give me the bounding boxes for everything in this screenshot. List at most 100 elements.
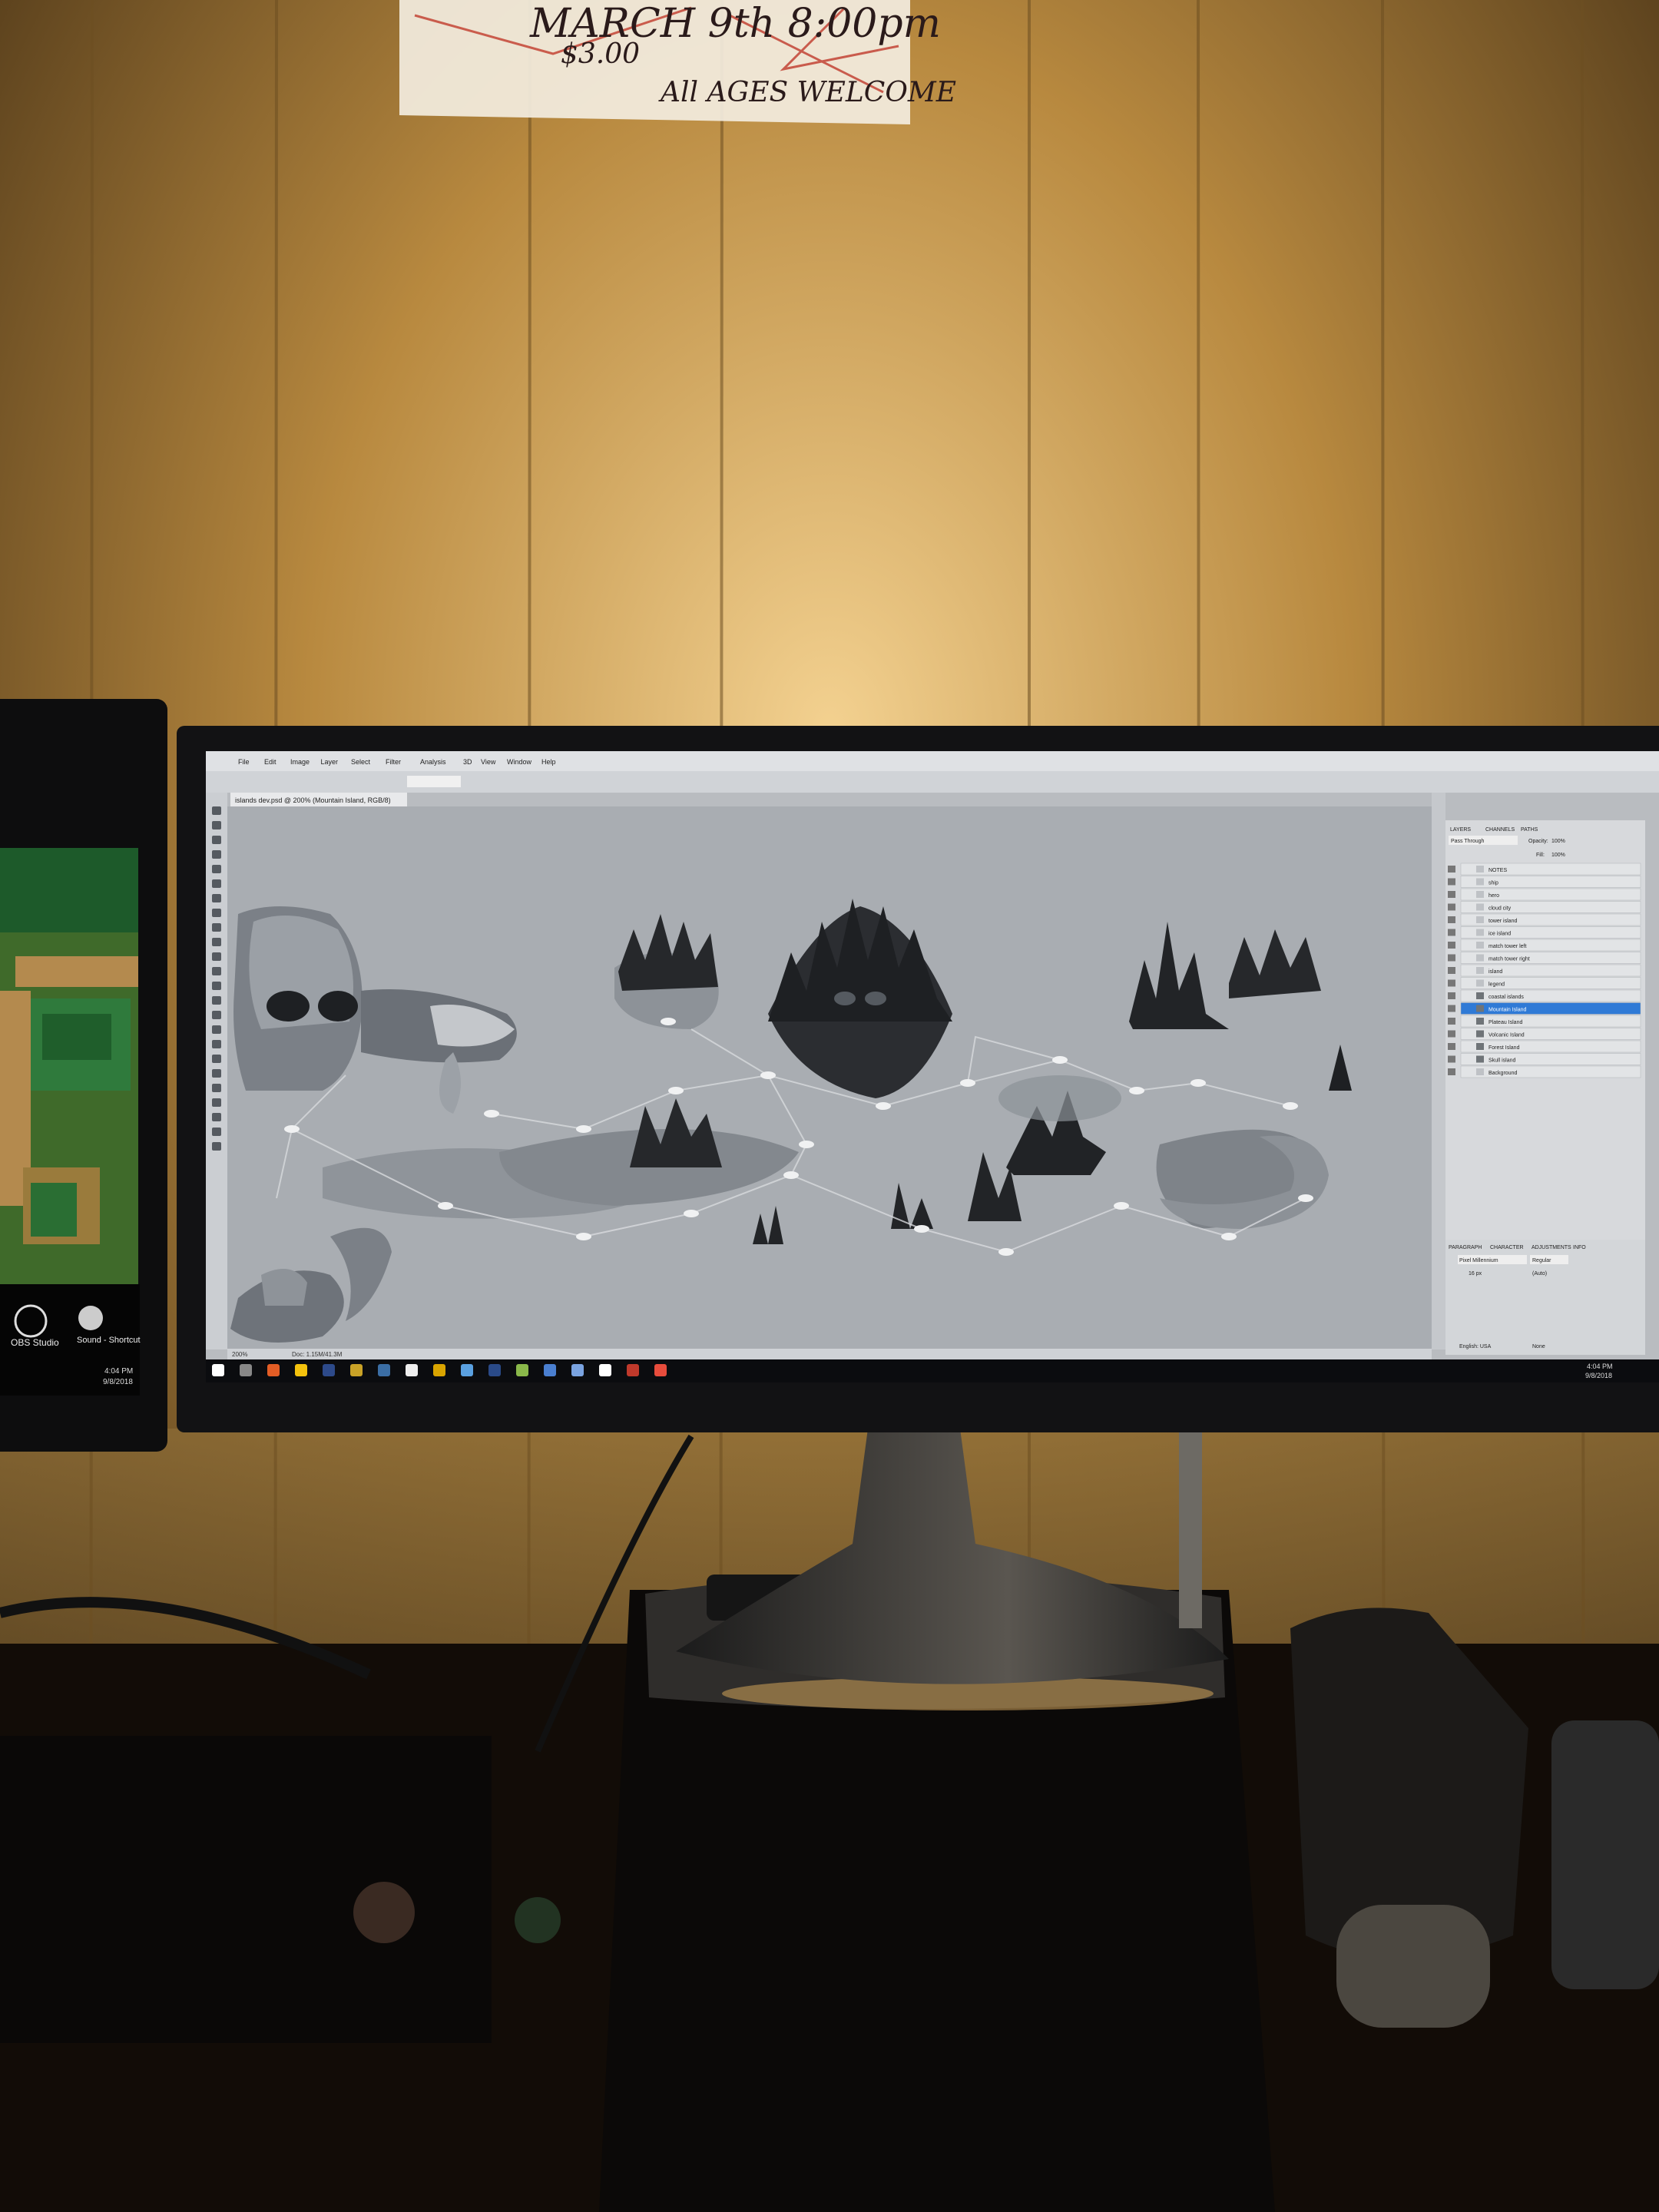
- photo-icon[interactable]: [378, 1364, 390, 1376]
- menu-edit[interactable]: Edit: [264, 758, 276, 766]
- tool-icon[interactable]: [212, 982, 221, 990]
- tool-icon[interactable]: [212, 850, 221, 859]
- recorder-icon[interactable]: [654, 1364, 667, 1376]
- tool-icon[interactable]: [212, 938, 221, 946]
- eye-icon[interactable]: [1448, 929, 1455, 936]
- app-icon[interactable]: [627, 1364, 639, 1376]
- layer-row[interactable]: hero: [1448, 888, 1641, 901]
- eye-icon[interactable]: [1448, 1055, 1455, 1063]
- eye-icon[interactable]: [1448, 891, 1455, 898]
- after-effects-icon[interactable]: [323, 1364, 335, 1376]
- tool-icon[interactable]: [212, 1025, 221, 1034]
- eye-icon[interactable]: [1448, 1018, 1455, 1025]
- folder-icon[interactable]: [350, 1364, 363, 1376]
- style-field[interactable]: [415, 776, 461, 787]
- tool-icon[interactable]: [212, 1040, 221, 1048]
- tool-icon[interactable]: [212, 1011, 221, 1019]
- tool-icon[interactable]: [212, 1069, 221, 1078]
- layer-row[interactable]: Skull island: [1448, 1053, 1641, 1065]
- layer-row[interactable]: ship: [1448, 876, 1641, 888]
- tool-icon[interactable]: [212, 821, 221, 830]
- menu-select[interactable]: Select: [351, 758, 371, 766]
- fill-value[interactable]: 100%: [1551, 853, 1565, 858]
- tool-icon[interactable]: [212, 996, 221, 1005]
- panel-tab-character[interactable]: CHARACTER: [1490, 1245, 1524, 1250]
- eye-icon[interactable]: [1448, 954, 1455, 962]
- eye-icon[interactable]: [1448, 1030, 1455, 1038]
- eye-icon[interactable]: [1448, 1043, 1455, 1050]
- language-value[interactable]: English: USA: [1459, 1344, 1492, 1349]
- tool-icon[interactable]: [212, 1128, 221, 1136]
- menu-help[interactable]: Help: [541, 758, 556, 766]
- panel-tab-paths[interactable]: PATHS: [1521, 827, 1538, 833]
- layer-row[interactable]: Volcanic Island: [1448, 1028, 1641, 1040]
- eye-icon[interactable]: [1448, 967, 1455, 974]
- layer-row[interactable]: Background: [1448, 1065, 1641, 1078]
- opacity-value[interactable]: 100%: [1551, 839, 1565, 844]
- tool-icon[interactable]: [212, 894, 221, 902]
- tool-icon[interactable]: [212, 1113, 221, 1121]
- menu-3d[interactable]: 3D: [463, 758, 472, 766]
- layer-row[interactable]: Mountain Island: [1448, 1002, 1641, 1015]
- menu-analysis[interactable]: Analysis: [420, 758, 446, 766]
- layer-row[interactable]: island: [1448, 964, 1641, 977]
- eye-icon[interactable]: [1448, 942, 1455, 949]
- layer-row[interactable]: match tower left: [1448, 939, 1641, 952]
- eye-icon[interactable]: [1448, 916, 1455, 923]
- tool-icon[interactable]: [212, 1098, 221, 1107]
- tool-icon[interactable]: [212, 923, 221, 932]
- chrome-icon[interactable]: [295, 1364, 307, 1376]
- eye-icon[interactable]: [1448, 992, 1455, 999]
- task-view-icon[interactable]: [240, 1364, 252, 1376]
- tool-icon[interactable]: [212, 967, 221, 975]
- eye-icon[interactable]: [1448, 1005, 1455, 1012]
- tool-icon[interactable]: [212, 806, 221, 815]
- layer-row[interactable]: cloud city: [1448, 901, 1641, 913]
- eye-icon[interactable]: [1448, 866, 1455, 873]
- firefox-icon[interactable]: [267, 1364, 280, 1376]
- menu-layer[interactable]: Layer: [321, 758, 339, 766]
- tool-icon[interactable]: [212, 1084, 221, 1092]
- layer-row[interactable]: Forest Island: [1448, 1040, 1641, 1053]
- vscode-icon[interactable]: [544, 1364, 556, 1376]
- word-icon[interactable]: [488, 1364, 501, 1376]
- layer-row[interactable]: coastal islands: [1448, 989, 1641, 1002]
- steam-icon[interactable]: [599, 1364, 611, 1376]
- layer-row[interactable]: tower island: [1448, 913, 1641, 926]
- tool-icon[interactable]: [212, 909, 221, 917]
- tool-icon[interactable]: [212, 1055, 221, 1063]
- tool-icon[interactable]: [212, 1142, 221, 1151]
- tool-icon[interactable]: [212, 865, 221, 873]
- eye-icon[interactable]: [1448, 878, 1455, 886]
- layer-row[interactable]: match tower right: [1448, 952, 1641, 964]
- eye-icon[interactable]: [1448, 903, 1455, 911]
- menu-window[interactable]: Window: [507, 758, 532, 766]
- photoshop-icon[interactable]: [461, 1364, 473, 1376]
- leading-value[interactable]: (Auto): [1532, 1271, 1547, 1277]
- skype-icon[interactable]: [571, 1364, 584, 1376]
- layer-row[interactable]: Plateau Island: [1448, 1015, 1641, 1028]
- menu-file[interactable]: File: [238, 758, 250, 766]
- menu-image[interactable]: Image: [290, 758, 310, 766]
- tool-icon[interactable]: [212, 879, 221, 888]
- vlc-icon[interactable]: [433, 1364, 445, 1376]
- font-size-value[interactable]: 16 px: [1469, 1271, 1482, 1277]
- menu-filter[interactable]: Filter: [386, 758, 401, 766]
- layer-row[interactable]: ice island: [1448, 926, 1641, 939]
- tool-icon[interactable]: [212, 952, 221, 961]
- panel-tab-adjustments[interactable]: ADJUSTMENTS: [1532, 1245, 1571, 1250]
- tool-icon[interactable]: [212, 836, 221, 844]
- menu-view[interactable]: View: [481, 758, 496, 766]
- eye-icon[interactable]: [1448, 1068, 1455, 1075]
- panel-tab-layers[interactable]: LAYERS: [1450, 827, 1471, 833]
- notepad-icon[interactable]: [406, 1364, 418, 1376]
- panel-tab-info[interactable]: INFO: [1573, 1245, 1586, 1250]
- sheet-icon[interactable]: [516, 1364, 528, 1376]
- layer-row[interactable]: NOTES: [1448, 863, 1641, 876]
- antialias-value[interactable]: None: [1532, 1344, 1545, 1349]
- eye-icon[interactable]: [1448, 979, 1455, 987]
- layer-row[interactable]: legend: [1448, 977, 1641, 989]
- windows-start-icon[interactable]: [212, 1364, 224, 1376]
- panel-tab-paragraph[interactable]: PARAGRAPH: [1449, 1245, 1482, 1250]
- panel-tab-channels[interactable]: CHANNELS: [1485, 827, 1515, 833]
